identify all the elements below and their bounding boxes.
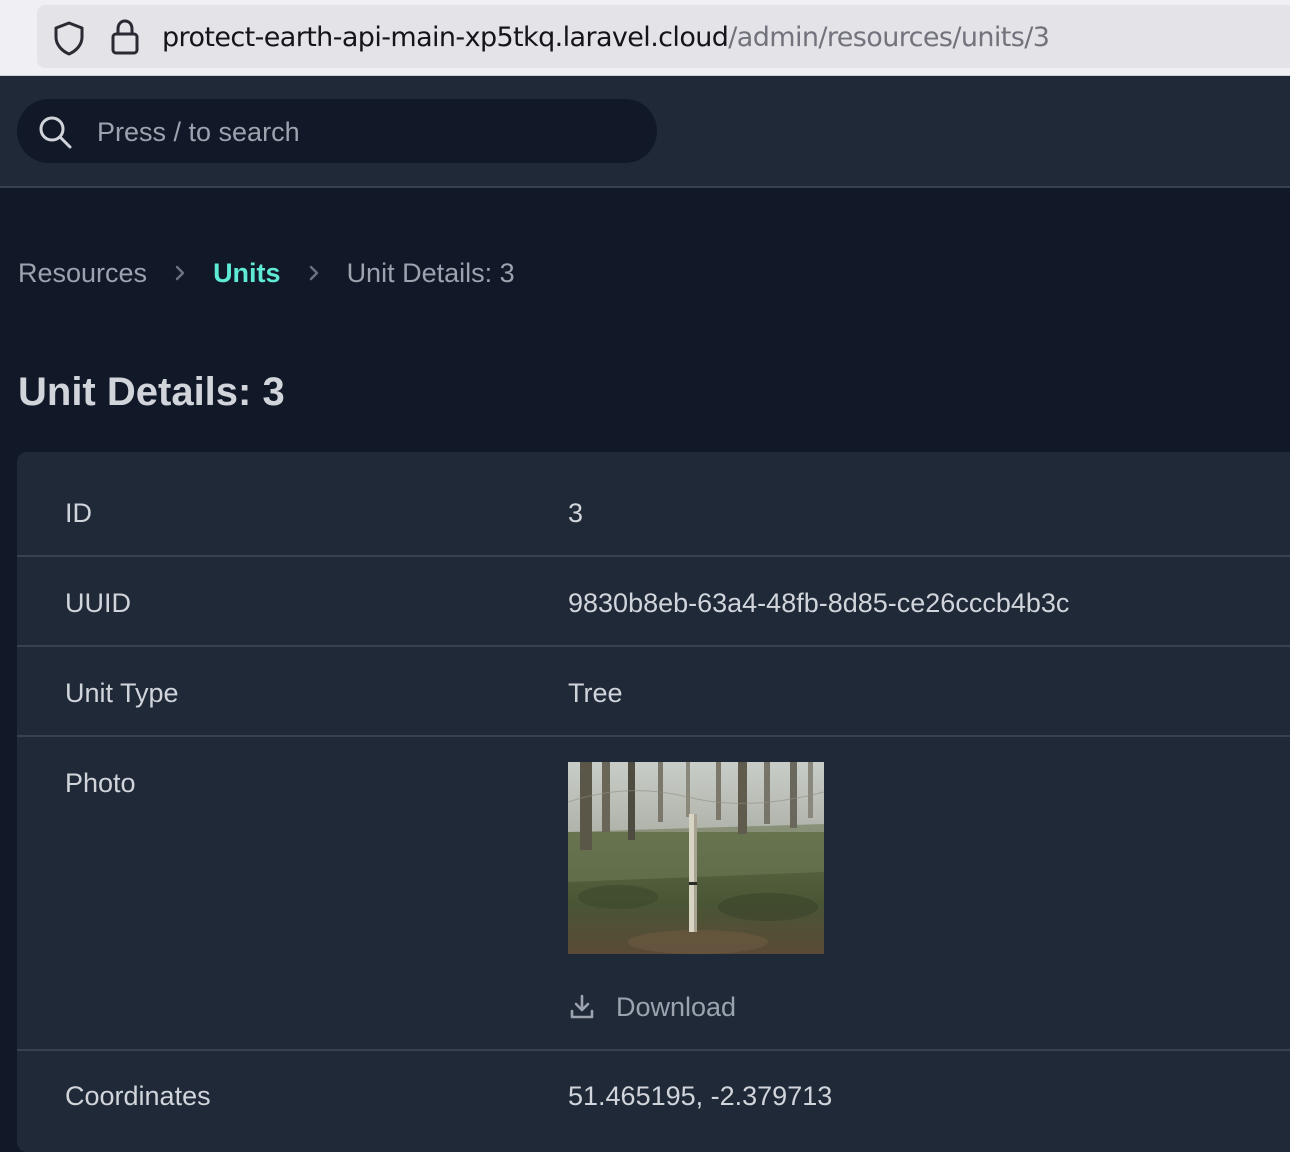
chevron-right-icon	[147, 255, 213, 291]
app-header: Press / to search	[0, 76, 1290, 188]
detail-row-unit-type: Unit Type Tree	[17, 647, 1290, 737]
url-text[interactable]: protect-earth-api-main-xp5tkq.laravel.cl…	[162, 21, 1050, 55]
id-label: ID	[65, 498, 92, 528]
download-button[interactable]: Download	[568, 987, 736, 1027]
download-label: Download	[616, 992, 737, 1022]
breadcrumb-current: Unit Details: 3	[346, 258, 515, 288]
detail-row-photo: Photo Download	[17, 737, 1290, 1051]
details-panel: ID 3 UUID 9830b8eb-63a4-48fb-8d85-ce26cc…	[17, 452, 1290, 1152]
coordinates-value: 51.465195, -2.379713	[568, 1081, 833, 1111]
detail-row-id: ID 3	[17, 452, 1290, 557]
search-placeholder: Press / to search	[97, 117, 300, 147]
lock-icon[interactable]	[110, 18, 140, 56]
unit-type-value: Tree	[568, 678, 623, 708]
detail-row-uuid: UUID 9830b8eb-63a4-48fb-8d85-ce26cccb4b3…	[17, 557, 1290, 647]
photo-label: Photo	[65, 768, 136, 798]
detail-row-coordinates: Coordinates 51.465195, -2.379713	[17, 1051, 1290, 1151]
id-value: 3	[568, 498, 584, 528]
coordinates-label: Coordinates	[65, 1081, 211, 1111]
search-icon	[39, 116, 72, 149]
browser-toolbar: protect-earth-api-main-xp5tkq.laravel.cl…	[0, 0, 1290, 76]
chevron-right-icon	[281, 255, 347, 291]
breadcrumb-resources[interactable]: Resources	[18, 255, 147, 291]
page-title: Unit Details: 3	[18, 370, 285, 414]
breadcrumb: Resources Units Unit Details: 3	[18, 255, 515, 291]
uuid-label: UUID	[65, 588, 131, 618]
shield-icon[interactable]	[52, 20, 86, 56]
search-input[interactable]: Press / to search	[17, 99, 657, 163]
unit-photo[interactable]	[568, 762, 824, 954]
unit-photo-image	[568, 762, 824, 954]
download-icon	[570, 994, 594, 1019]
url-path: /admin/resources/units/3	[728, 22, 1050, 53]
url-host: protect-earth-api-main-xp5tkq.laravel.cl…	[162, 22, 729, 53]
uuid-value: 9830b8eb-63a4-48fb-8d85-ce26cccb4b3c	[568, 588, 1070, 618]
breadcrumb-units[interactable]: Units	[213, 255, 281, 291]
unit-type-label: Unit Type	[65, 678, 179, 708]
